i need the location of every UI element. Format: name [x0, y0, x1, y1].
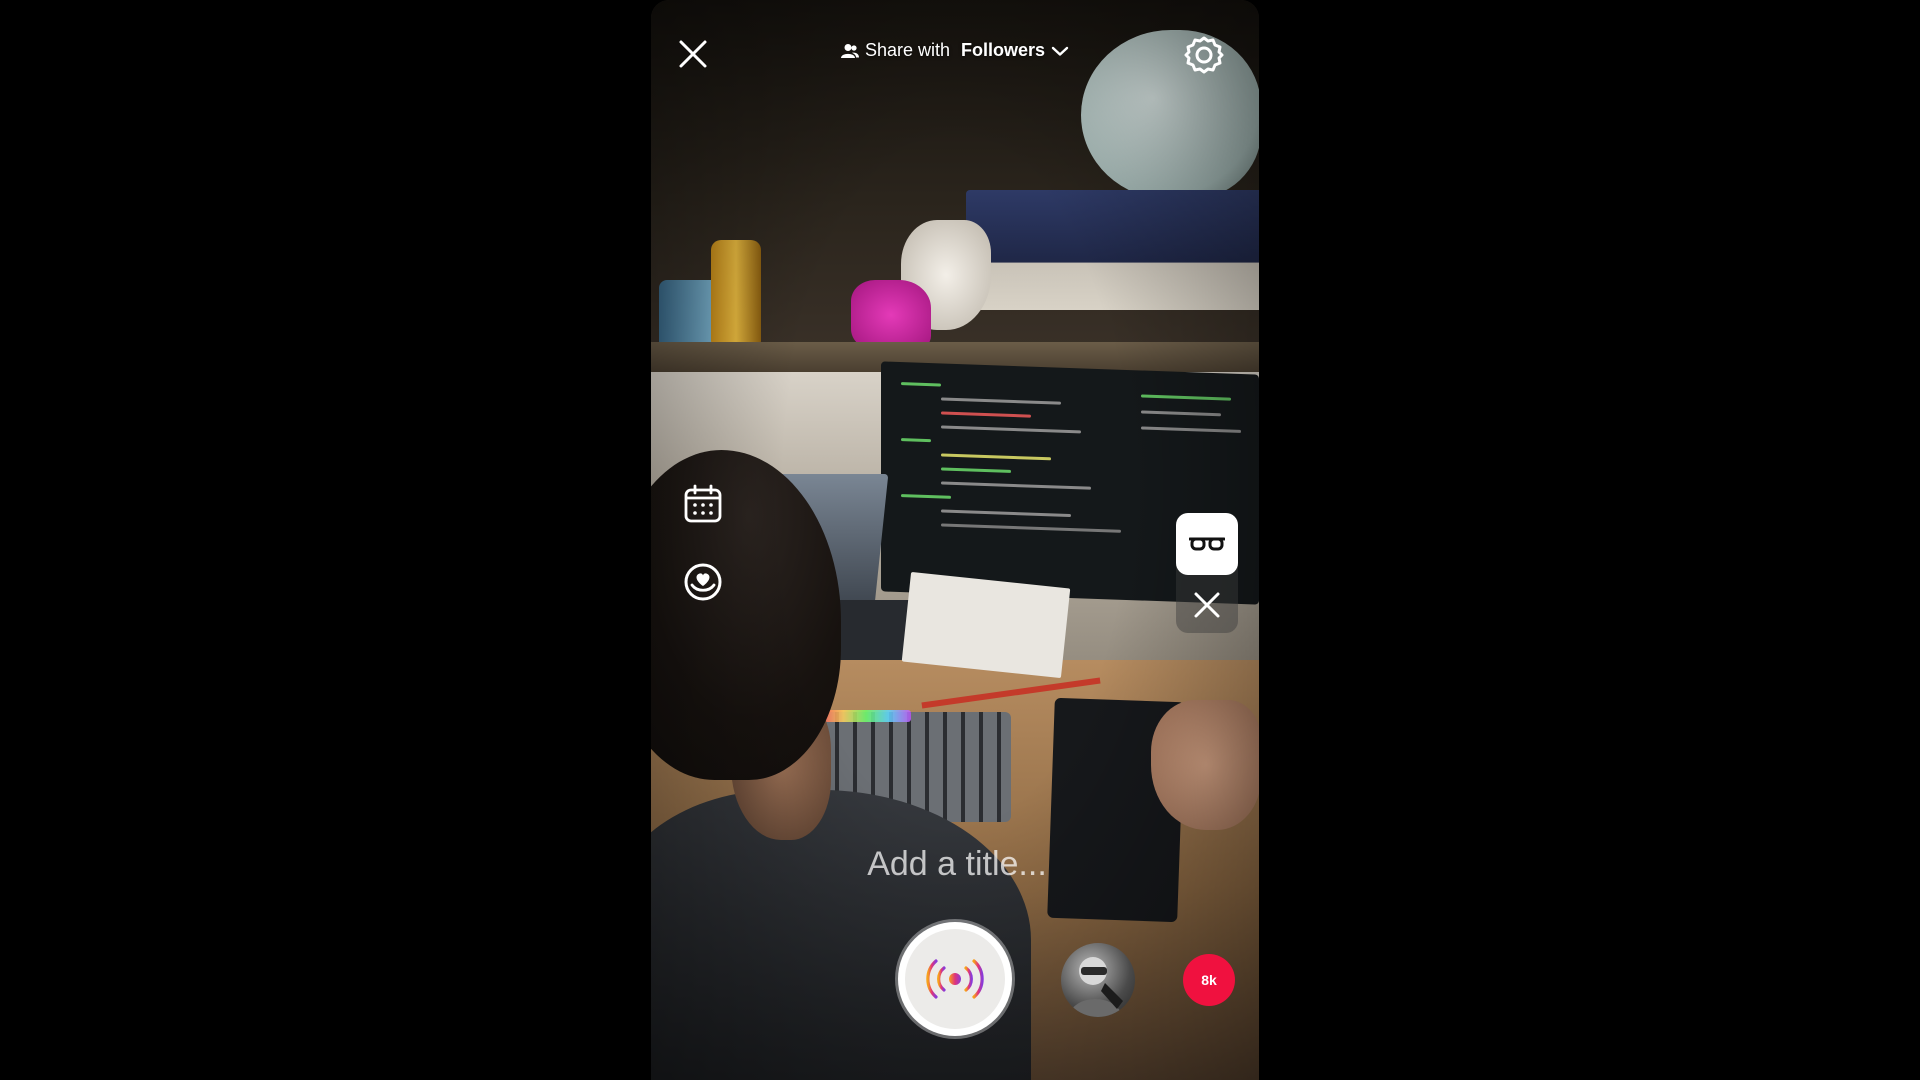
go-live-inner: [905, 929, 1005, 1029]
glasses-icon: [1189, 537, 1225, 551]
share-audience-selector: Share with Followers: [651, 40, 1259, 64]
title-input[interactable]: [755, 838, 1159, 890]
share-audience-text: Followers: [961, 40, 1046, 60]
effect-button[interactable]: [1176, 513, 1238, 575]
remove-effect-button[interactable]: [1186, 584, 1228, 626]
viewer-count-badge[interactable]: 8k: [1183, 954, 1235, 1006]
heart-badge-icon: [684, 563, 722, 601]
close-icon: [1194, 592, 1220, 618]
avatar-image: [1069, 957, 1123, 1017]
people-icon: [840, 43, 859, 58]
donation-button[interactable]: [683, 562, 723, 602]
live-setup-overlay: Share with Followers Add a title... 8k: [651, 0, 1259, 1080]
chevron-down-icon: [1051, 46, 1069, 56]
share-prefix-text: Share with: [864, 40, 956, 60]
calendar-icon: [684, 484, 722, 523]
gear-icon: [1184, 36, 1224, 74]
avatar[interactable]: [1061, 943, 1135, 1017]
phone-screen: Share with Followers Add a title... 8k: [651, 0, 1259, 1080]
live-broadcast-icon: [926, 959, 984, 999]
viewer-count-text: 8k: [1201, 972, 1217, 988]
go-live-button[interactable]: [898, 922, 1012, 1036]
schedule-button[interactable]: [683, 484, 723, 524]
settings-button[interactable]: [1183, 34, 1225, 76]
share-audience-button[interactable]: Share with Followers: [840, 40, 1069, 61]
